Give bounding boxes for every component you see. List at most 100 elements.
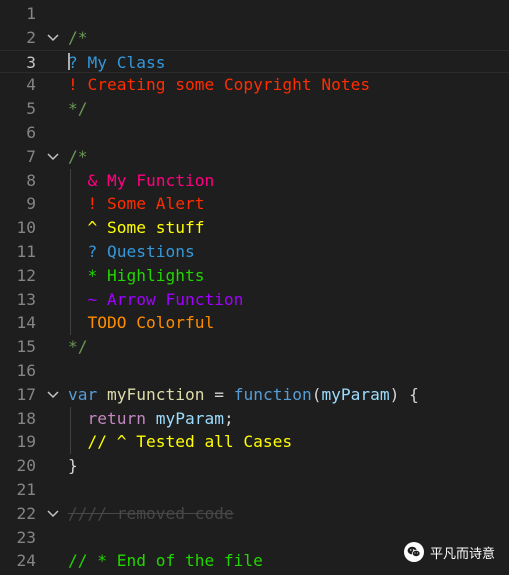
code-token: ; — [223, 408, 234, 428]
code-line[interactable]: 17 var myFunction = function(myParam) { — [0, 383, 509, 407]
code-line[interactable]: 20} — [0, 454, 509, 478]
line-number: 13 — [16, 289, 37, 309]
code-token: } — [68, 456, 78, 476]
line-number: 5 — [26, 99, 36, 119]
fold-chevron-icon[interactable] — [46, 145, 60, 169]
code-token: ^ Some stuff — [68, 218, 205, 238]
line-number: 2 — [26, 27, 36, 47]
line-number: 18 — [16, 408, 37, 428]
code-token: ~ Arrow Function — [68, 289, 244, 309]
line-code: } — [68, 454, 78, 478]
line-number: 20 — [16, 456, 37, 476]
code-token: // * End of the file — [68, 551, 263, 571]
line-number: 12 — [16, 265, 37, 285]
code-line[interactable]: 1 — [0, 2, 509, 26]
code-line[interactable]: 8 & My Function — [0, 169, 509, 193]
code-line[interactable]: 6 — [0, 121, 509, 145]
wechat-icon — [404, 542, 424, 562]
code-line[interactable]: 4 ! Creating some Copyright Notes — [0, 73, 509, 97]
code-token: function — [233, 384, 312, 404]
code-token: myParam — [321, 384, 390, 404]
code-line[interactable]: 22 //// removed code — [0, 502, 509, 526]
line-number: 8 — [26, 170, 36, 190]
line-code: & My Function — [68, 169, 214, 193]
line-number: 3 — [26, 52, 36, 72]
line-number: 11 — [16, 242, 37, 261]
line-number: 19 — [16, 432, 37, 452]
code-token: ) { — [389, 384, 419, 404]
line-number: 23 — [16, 527, 37, 547]
line-code: ~ Arrow Function — [68, 288, 243, 312]
code-editor[interactable]: 1 2/* 3? My Class 4! Creating some Copyrigh… — [0, 0, 509, 575]
line-number: 17 — [16, 384, 37, 404]
code-token: ? Questions — [68, 242, 195, 261]
code-token: /* — [68, 27, 88, 47]
line-code: //// removed code — [68, 502, 234, 526]
code-token: */ — [68, 99, 88, 119]
line-number: 16 — [16, 361, 37, 380]
fold-chevron-icon[interactable] — [46, 26, 60, 50]
line-code: ^ Some stuff — [68, 216, 204, 240]
code-line[interactable]: 2 /* — [0, 26, 509, 50]
line-code: var myFunction = function(myParam) { — [68, 383, 419, 407]
line-code: ! Creating some Copyright Notes — [68, 73, 370, 97]
code-token: ( — [311, 384, 322, 404]
line-number: 10 — [16, 218, 37, 238]
code-token: myParam — [155, 408, 224, 428]
line-code: ? Questions — [68, 240, 195, 264]
code-token: = — [204, 384, 234, 404]
code-line[interactable]: 10 ^ Some stuff — [0, 216, 509, 240]
code-line[interactable]: 13 ~ Arrow Function — [0, 288, 509, 312]
line-code: // ^ Tested all Cases — [68, 430, 292, 454]
code-token: // ^ Tested all Cases — [68, 432, 293, 452]
line-code: /* — [68, 26, 88, 50]
line-code: ! Some Alert — [68, 192, 204, 216]
code-line[interactable]: 9 ! Some Alert — [0, 192, 509, 216]
code-line[interactable]: 16 — [0, 359, 509, 383]
indent-guide — [70, 406, 71, 455]
code-token: return — [87, 408, 146, 428]
code-token: & My Function — [68, 170, 215, 190]
code-line[interactable]: 15 */ — [0, 335, 509, 359]
line-code: /* — [68, 145, 88, 169]
line-number: 6 — [26, 123, 36, 142]
code-line[interactable]: 21 — [0, 478, 509, 502]
fold-chevron-icon[interactable] — [46, 383, 60, 407]
code-token: TODO Colorful — [68, 313, 215, 333]
text-cursor — [68, 52, 70, 71]
line-code: */ — [68, 335, 88, 359]
line-code: return myParam; — [68, 407, 234, 431]
code-line[interactable]: 7 /* — [0, 145, 509, 169]
line-number: 21 — [16, 480, 37, 499]
line-number: 4 — [26, 75, 36, 95]
code-token: ! Creating some Copyright Notes — [68, 75, 371, 95]
line-code: TODO Colorful — [68, 311, 214, 335]
code-line[interactable]: 19 // ^ Tested all Cases — [0, 430, 509, 454]
code-token: */ — [68, 337, 88, 357]
line-code: * Highlights — [68, 264, 204, 288]
code-line[interactable]: 18 return myParam; — [0, 407, 509, 431]
code-line[interactable]: 5 */ — [0, 97, 509, 121]
line-code: // * End of the file — [68, 549, 263, 573]
line-number: 24 — [16, 551, 37, 571]
line-number: 22 — [16, 503, 37, 523]
code-line[interactable]: 12 * Highlights — [0, 264, 509, 288]
line-number: 15 — [16, 337, 37, 357]
code-line[interactable]: 11 ? Questions — [0, 240, 509, 264]
code-token: ? My Class — [68, 52, 166, 72]
line-code: */ — [68, 97, 88, 121]
watermark-text: 平凡而诗意 — [430, 546, 496, 562]
line-number: 7 — [26, 146, 36, 166]
code-line[interactable]: 14 TODO Colorful — [0, 311, 509, 335]
code-token: ! Some Alert — [68, 194, 205, 214]
fold-chevron-icon[interactable] — [46, 502, 60, 526]
code-line[interactable]: 3 ? My Class — [0, 49, 509, 74]
code-token: //// removed code — [68, 503, 234, 523]
line-number: 1 — [26, 4, 36, 23]
line-number: 9 — [26, 194, 36, 214]
code-token: * Highlights — [68, 265, 205, 285]
indent-guide — [70, 168, 71, 336]
watermark: 平凡而诗意 — [404, 542, 495, 562]
